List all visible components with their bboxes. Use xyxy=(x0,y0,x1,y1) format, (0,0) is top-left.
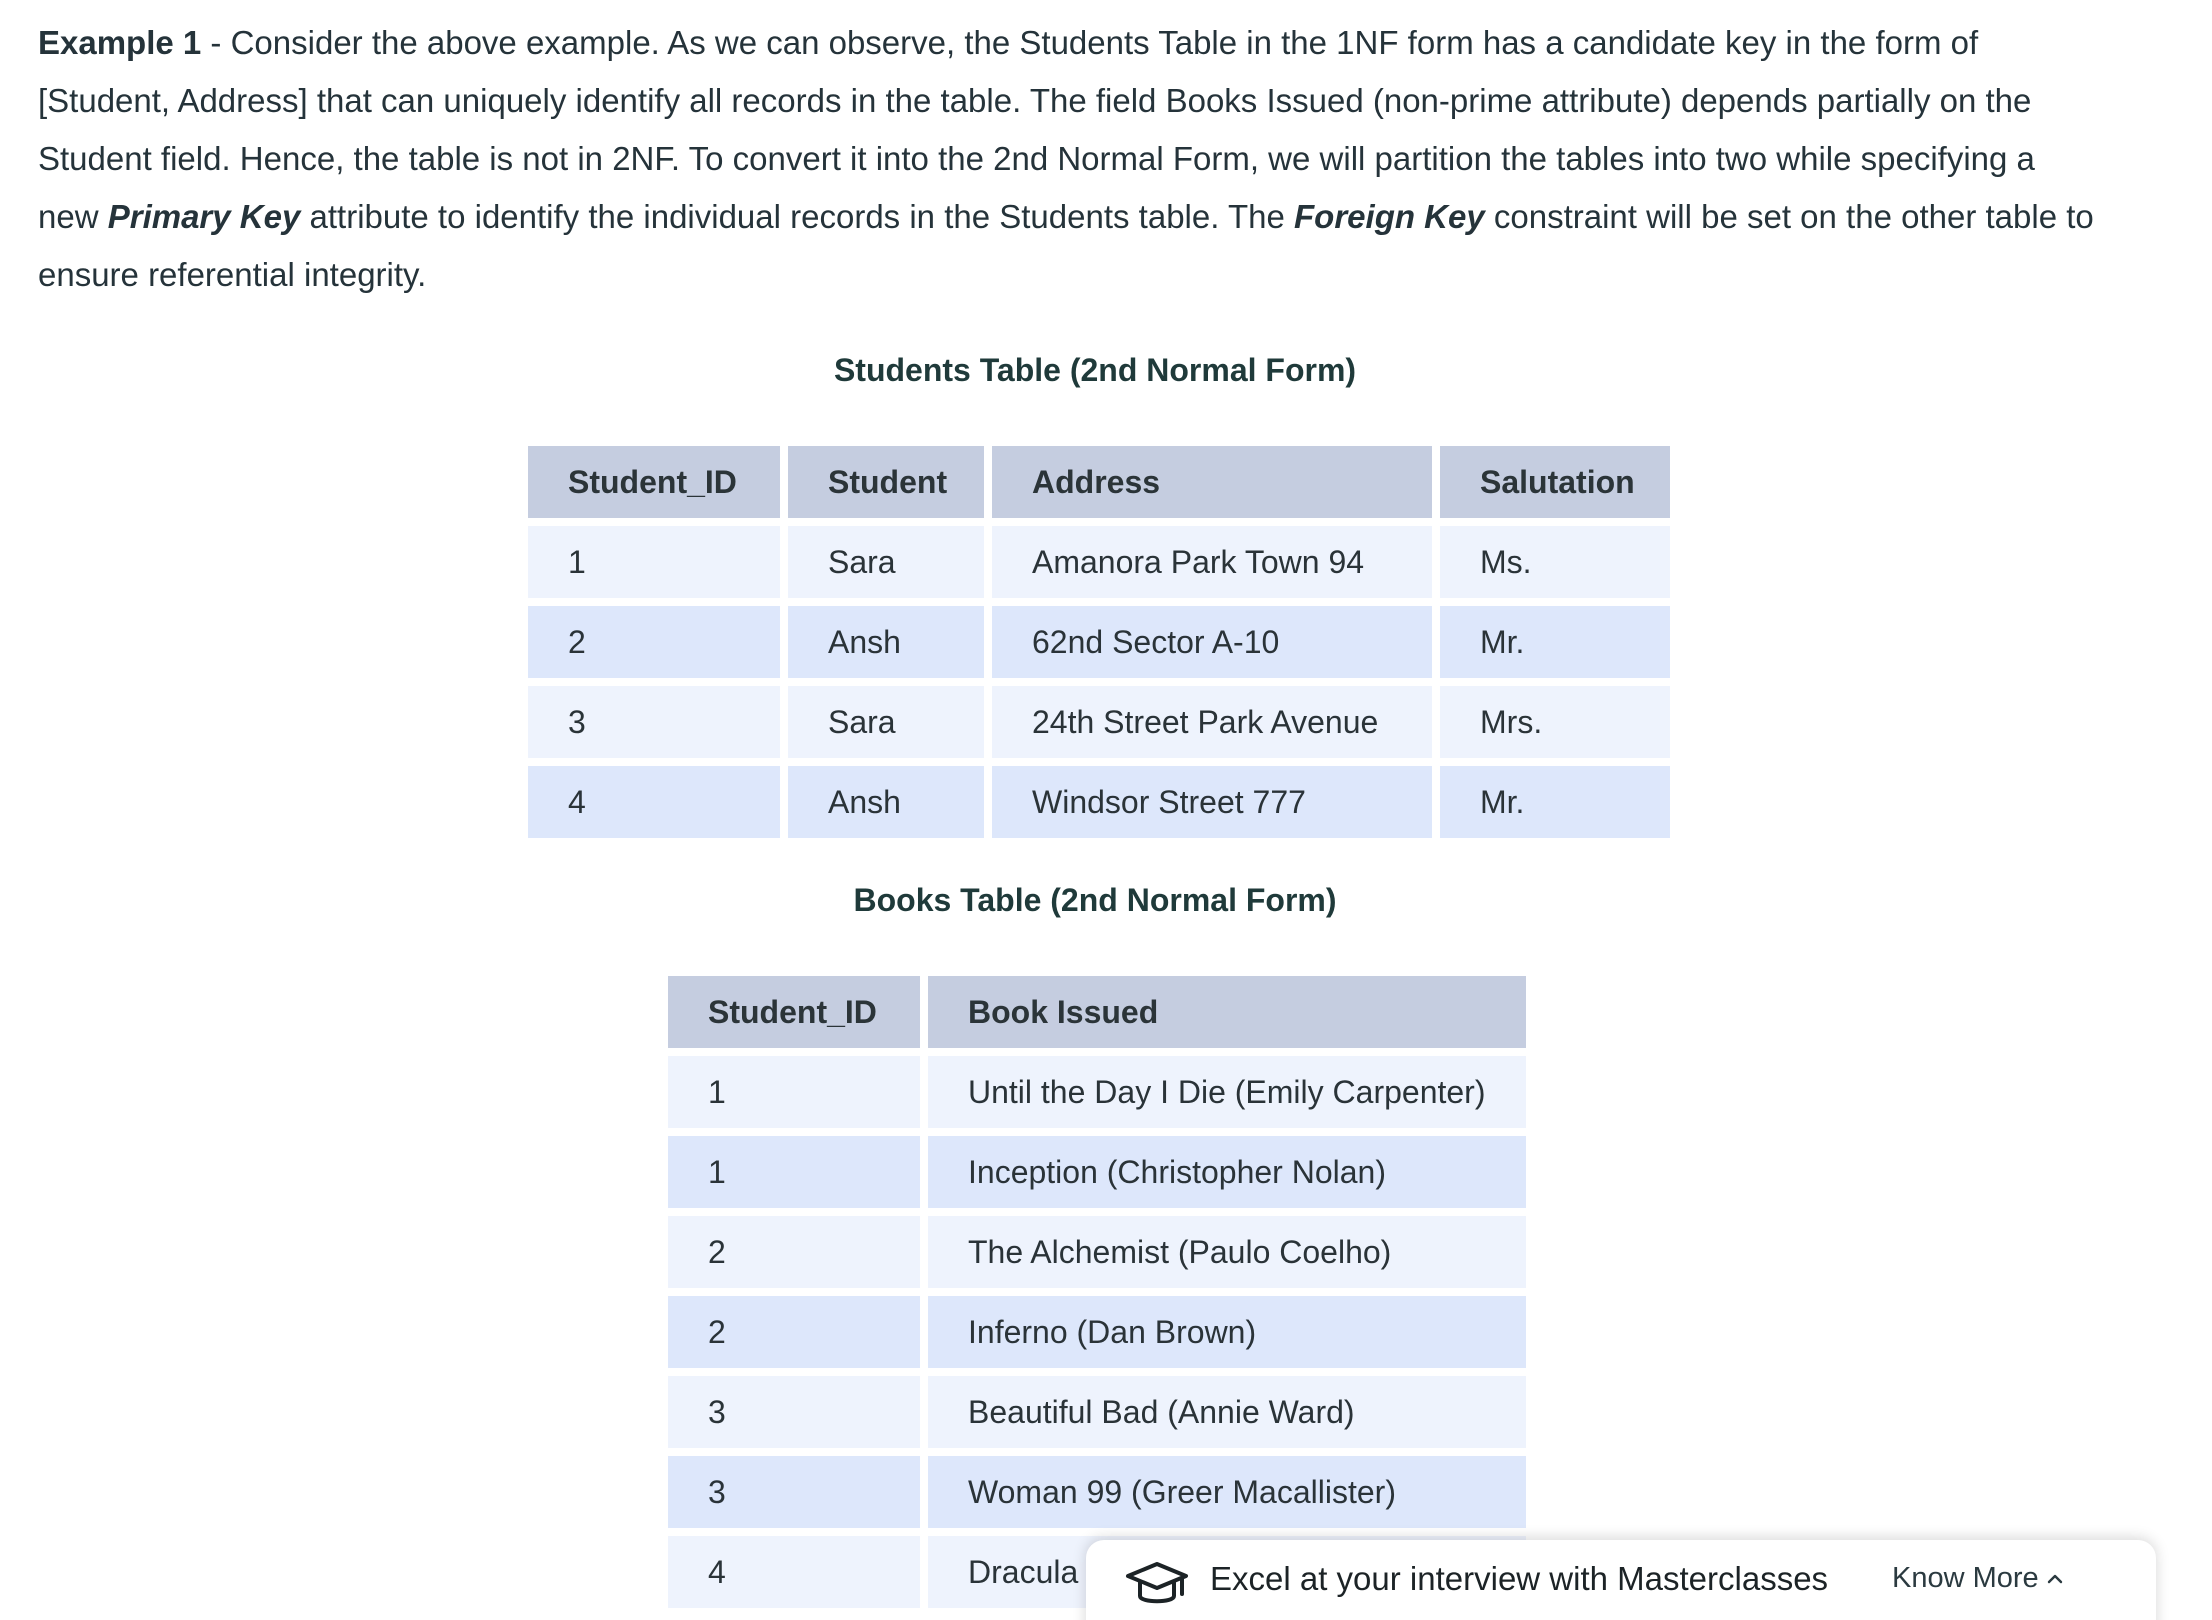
table-row: 4 Ansh Windsor Street 777 Mr. xyxy=(528,766,1670,838)
table-cell: Ansh xyxy=(788,606,984,678)
column-header: Student xyxy=(788,446,984,518)
promo-text: Excel at your interview with Masterclass… xyxy=(1210,1560,1829,1597)
table-cell: Ansh xyxy=(788,766,984,838)
table-row: 1 Inception (Christopher Nolan) xyxy=(668,1136,1526,1208)
table-cell: 4 xyxy=(668,1536,920,1608)
table-row: 3 Woman 99 (Greer Macallister) xyxy=(668,1456,1526,1528)
table-row: 3 Sara 24th Street Park Avenue Mrs. xyxy=(528,686,1670,758)
books-table: Student_ID Book Issued 1 Until the Day I… xyxy=(660,968,1534,1616)
table-cell: 3 xyxy=(668,1456,920,1528)
example-label: Example 1 xyxy=(38,24,202,61)
table-cell: 62nd Sector A-10 xyxy=(992,606,1432,678)
know-more-link[interactable]: Know More xyxy=(1892,1562,2065,1595)
table-cell: 1 xyxy=(668,1136,920,1208)
students-header-row: Student_ID Student Address Salutation xyxy=(528,446,1670,518)
table-row: 1 Until the Day I Die (Emily Carpenter) xyxy=(668,1056,1526,1128)
table-cell: Mr. xyxy=(1440,606,1670,678)
know-more-label: Know More xyxy=(1892,1562,2039,1594)
table-cell: Inferno (Dan Brown) xyxy=(928,1296,1526,1368)
table-cell: Mr. xyxy=(1440,766,1670,838)
table-cell: 3 xyxy=(668,1376,920,1448)
table-cell: 4 xyxy=(528,766,780,838)
table-cell: 1 xyxy=(668,1056,920,1128)
table-row: 2 The Alchemist (Paulo Coelho) xyxy=(668,1216,1526,1288)
article-page: Example 1 - Consider the above example. … xyxy=(0,0,2212,1620)
books-table-title: Books Table (2nd Normal Form) xyxy=(853,882,1337,918)
column-header: Student_ID xyxy=(528,446,780,518)
table-cell: The Alchemist (Paulo Coelho) xyxy=(928,1216,1526,1288)
table-cell: Sara xyxy=(788,686,984,758)
primary-key-term: Primary Key xyxy=(107,198,301,235)
table-cell: Sara xyxy=(788,526,984,598)
column-header: Address xyxy=(992,446,1432,518)
table-cell: 3 xyxy=(528,686,780,758)
table-cell: 1 xyxy=(528,526,780,598)
table-cell: 2 xyxy=(528,606,780,678)
table-cell: Amanora Park Town 94 xyxy=(992,526,1432,598)
table-cell: Beautiful Bad (Annie Ward) xyxy=(928,1376,1526,1448)
masterclass-promo-banner[interactable]: Excel at your interview with Masterclass… xyxy=(1086,1540,2156,1620)
table-cell: Until the Day I Die (Emily Carpenter) xyxy=(928,1056,1526,1128)
table-cell: Mrs. xyxy=(1440,686,1670,758)
chevron-up-icon xyxy=(2047,1574,2062,1583)
table-cell: 2 xyxy=(668,1296,920,1368)
intro-paragraph: Example 1 - Consider the above example. … xyxy=(38,14,2098,304)
table-row: 2 Ansh 62nd Sector A-10 Mr. xyxy=(528,606,1670,678)
students-table-title: Students Table (2nd Normal Form) xyxy=(833,352,1357,388)
table-row: 2 Inferno (Dan Brown) xyxy=(668,1296,1526,1368)
foreign-key-term: Foreign Key xyxy=(1294,198,1485,235)
graduation-cap-icon xyxy=(1126,1562,1188,1604)
column-header: Student_ID xyxy=(668,976,920,1048)
students-table: Student_ID Student Address Salutation 1 … xyxy=(520,438,1678,846)
table-cell: 2 xyxy=(668,1216,920,1288)
table-row: 3 Beautiful Bad (Annie Ward) xyxy=(668,1376,1526,1448)
table-cell: 24th Street Park Avenue xyxy=(992,686,1432,758)
column-header: Salutation xyxy=(1440,446,1670,518)
table-cell: Woman 99 (Greer Macallister) xyxy=(928,1456,1526,1528)
column-header: Book Issued xyxy=(928,976,1526,1048)
books-header-row: Student_ID Book Issued xyxy=(668,976,1526,1048)
table-cell: Inception (Christopher Nolan) xyxy=(928,1136,1526,1208)
table-cell: Ms. xyxy=(1440,526,1670,598)
intro-text-2: attribute to identify the individual rec… xyxy=(300,198,1295,235)
table-cell: Windsor Street 777 xyxy=(992,766,1432,838)
table-row: 1 Sara Amanora Park Town 94 Ms. xyxy=(528,526,1670,598)
